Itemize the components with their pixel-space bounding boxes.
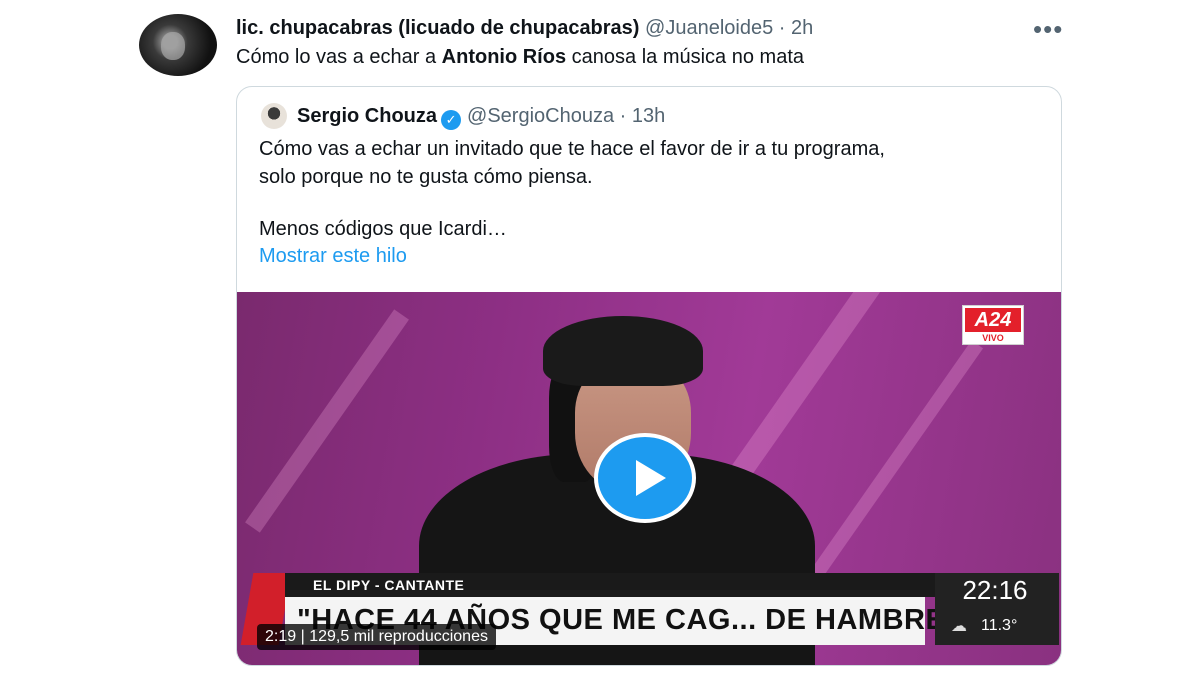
tweet-header: lic. chupacabras (licuado de chupacabras…	[236, 16, 813, 40]
quoted-text-line: Cómo vas a echar un invitado que te hace…	[259, 138, 885, 160]
tweet-text-part: Cómo lo vas a echar a	[236, 46, 442, 68]
author-name[interactable]: lic. chupacabras (licuado de chupacabras…	[236, 17, 639, 39]
broadcast-clock: 22:16	[962, 575, 1028, 605]
quoted-author-handle[interactable]: @SergioChouza	[467, 105, 614, 127]
show-thread-link[interactable]: Mostrar este hilo	[259, 245, 407, 268]
tweet-text: Cómo lo vas a echar a Antonio Ríos canos…	[236, 45, 804, 69]
tweet-text-bold: Antonio Ríos	[441, 46, 567, 68]
video-frame-hat	[543, 316, 703, 386]
more-options-icon[interactable]: •••	[1033, 14, 1063, 45]
tweet[interactable]: lic. chupacabras (licuado de chupacabras…	[0, 0, 1200, 673]
quoted-tweet-timestamp[interactable]: 13h	[632, 105, 665, 127]
video-view-count: 129,5 mil reproducciones	[309, 628, 488, 645]
separator-dot: ·	[619, 105, 627, 127]
video-player[interactable]: A24 VIVO EL DIPY - CANTANTE "HACE 44 AÑO…	[237, 292, 1061, 665]
play-button[interactable]	[594, 433, 696, 523]
channel-live-label: VIVO	[982, 333, 1004, 343]
quoted-text-line: Menos códigos que Icardi…	[259, 218, 507, 240]
video-duration: 2:19	[265, 628, 297, 645]
channel-logo: A24 VIVO	[962, 305, 1024, 345]
quoted-tweet-text: Cómo vas a echar un invitado que te hace…	[259, 135, 885, 243]
stats-separator: |	[300, 628, 305, 645]
play-icon	[636, 460, 666, 496]
tweet-timestamp[interactable]: 2h	[791, 17, 813, 39]
quoted-author-avatar[interactable]	[261, 103, 287, 129]
quoted-tweet-header: Sergio Chouza ✓ @SergioChouza · 13h	[297, 104, 665, 130]
tweet-text-part: canosa la música no mata	[566, 46, 804, 68]
lower-third-name: EL DIPY - CANTANTE	[313, 577, 465, 593]
broadcast-temperature: 11.3°	[981, 617, 1018, 634]
author-avatar[interactable]	[139, 14, 217, 76]
weather-cloud-icon: ☁	[951, 618, 967, 635]
video-stats-badge: 2:19 | 129,5 mil reproducciones	[257, 624, 496, 650]
news-lower-third: EL DIPY - CANTANTE "HACE 44 AÑOS QUE ME …	[237, 573, 1061, 665]
quoted-tweet[interactable]: Sergio Chouza ✓ @SergioChouza · 13h Cómo v…	[236, 86, 1062, 666]
author-handle[interactable]: @Juaneloide5	[645, 17, 773, 39]
separator-dot: ·	[778, 17, 786, 39]
quoted-text-line: solo porque no te gusta cómo piensa.	[259, 166, 593, 188]
quoted-author-name[interactable]: Sergio Chouza	[297, 105, 437, 127]
channel-logo-text: A24	[965, 308, 1021, 332]
verified-badge-icon: ✓	[441, 110, 462, 130]
